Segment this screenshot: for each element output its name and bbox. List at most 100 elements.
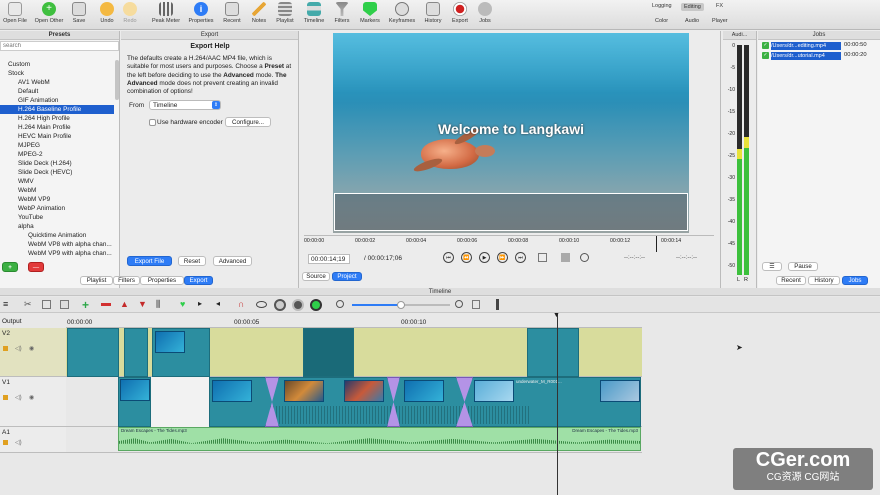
mute-icon[interactable]: ◁) [15, 439, 22, 446]
open-other-button[interactable]: + Open Other [32, 1, 66, 29]
preset-item[interactable]: WMV [0, 177, 114, 186]
advanced-button[interactable]: Advanced [213, 256, 252, 266]
from-select[interactable]: Timeline ⇕ [149, 100, 221, 110]
history-button[interactable]: History [418, 1, 448, 29]
ripple-icon[interactable] [274, 299, 286, 311]
eye-icon[interactable]: ◉ [29, 394, 34, 401]
lower-third-box[interactable] [334, 193, 688, 231]
preset-item[interactable]: Stock [0, 69, 114, 78]
pause-button[interactable]: Pause [788, 262, 818, 271]
track-lane-v2[interactable] [66, 328, 642, 377]
zoom-out-icon[interactable] [336, 300, 344, 308]
clip[interactable] [67, 328, 119, 377]
preset-item[interactable]: WebM VP8 with alpha chan... [0, 240, 114, 249]
layout-player[interactable]: Player [712, 18, 728, 24]
audio-clip[interactable]: Dream Escapes - The Tides.mp3 Dream Esca… [118, 427, 641, 451]
properties-button[interactable]: i Properties [186, 1, 216, 29]
zoom-slider-handle[interactable] [397, 301, 405, 309]
recent-button[interactable]: Recent [217, 1, 247, 29]
reset-button[interactable]: Reset [178, 256, 206, 266]
preset-item[interactable]: MJPEG [0, 141, 114, 150]
track-lane-v1[interactable]: underwater_M_R001... [66, 377, 642, 427]
layout-logging[interactable]: Logging [652, 3, 672, 9]
skip-next-icon[interactable]: ⏭ [515, 252, 526, 263]
layout-fx[interactable]: FX [716, 3, 723, 9]
copy-icon[interactable] [42, 300, 51, 309]
preset-item[interactable]: GIF Animation [0, 96, 114, 105]
paste-icon[interactable] [60, 300, 69, 309]
tab-history[interactable]: History [808, 276, 840, 285]
ripple-all-icon[interactable] [292, 299, 304, 311]
tab-properties[interactable]: Properties [140, 276, 184, 285]
preset-item[interactable]: alpha [0, 222, 114, 231]
zoom-in-icon[interactable] [455, 300, 463, 308]
play-icon[interactable]: ▶ [479, 252, 490, 263]
preset-item[interactable]: YouTube [0, 213, 114, 222]
tab-export[interactable]: Export [184, 276, 213, 285]
keyframes-button[interactable]: Keyframes [386, 1, 418, 29]
playhead-handle-icon[interactable]: ▼ [553, 312, 560, 319]
marker-next-icon[interactable]: ◂ [216, 299, 220, 308]
tab-jobs[interactable]: Jobs [842, 276, 868, 285]
redo-button[interactable]: Redo [115, 1, 145, 29]
tab-project[interactable]: Project [332, 272, 362, 281]
save-button[interactable]: Save [64, 1, 94, 29]
split-icon[interactable]: ⫼ [156, 299, 160, 310]
remove-preset-button[interactable]: — [28, 262, 44, 272]
mute-icon[interactable]: ◁) [15, 394, 22, 401]
record-audio-icon[interactable] [496, 299, 499, 310]
configure-button[interactable]: Configure... [225, 117, 271, 127]
track-head-v2[interactable]: V2 ◁) ◉ [0, 328, 66, 377]
video-preview[interactable]: Welcome to Langkawi [333, 33, 689, 233]
mute-icon[interactable]: ◁) [15, 345, 22, 352]
peak-meter-button[interactable]: Peak Meter [150, 1, 182, 29]
empty-gap[interactable] [151, 377, 209, 427]
track-head-v1[interactable]: V1 ◁) ◉ [0, 377, 66, 427]
job-row[interactable]: ✓ /Users/dr...editing.mp4 00:00:50 [760, 41, 878, 51]
preset-item[interactable]: WebM [0, 186, 114, 195]
marker-icon[interactable]: ♥ [180, 299, 185, 309]
jobs-menu-button[interactable]: ☰ [762, 262, 782, 271]
tab-recent[interactable]: Recent [776, 276, 806, 285]
player-playhead[interactable] [656, 236, 657, 252]
preset-item[interactable]: WebP Animation [0, 204, 114, 213]
tab-filters[interactable]: Filters [113, 276, 140, 285]
preset-item[interactable]: H.264 Main Profile [0, 123, 114, 132]
lock-icon[interactable] [3, 346, 8, 351]
layout-color[interactable]: Color [655, 18, 668, 24]
preset-item[interactable]: WebM VP9 with alpha chan... [0, 249, 114, 258]
marker-prev-icon[interactable]: ▸ [198, 299, 202, 308]
preset-item[interactable]: H.264 Baseline Profile [0, 105, 114, 114]
layout-editing[interactable]: Editing [681, 3, 704, 11]
remove-icon[interactable] [101, 303, 111, 306]
zoom-fit-icon[interactable] [472, 300, 480, 309]
overwrite-icon[interactable]: ▼ [138, 299, 147, 309]
hw-encoder-checkbox[interactable] [149, 119, 156, 126]
rewind-icon[interactable]: ⏪ [461, 252, 472, 263]
zoom-slider[interactable] [352, 301, 450, 309]
clip[interactable] [527, 328, 579, 377]
player-ruler[interactable]: 00:00:00 00:00:02 00:00:04 00:00:06 00:00:08… [304, 235, 714, 253]
timeline-menu-icon[interactable]: ≡ [3, 299, 8, 309]
playlist-button[interactable]: Playlist [270, 1, 300, 29]
append-icon[interactable]: + [82, 298, 89, 312]
filters-button[interactable]: Filters [327, 1, 357, 29]
tab-playlist[interactable]: Playlist [80, 276, 113, 285]
lock-icon[interactable] [3, 395, 8, 400]
open-file-button[interactable]: Open File [0, 1, 30, 29]
preset-scrollbar[interactable] [115, 60, 119, 100]
grid-icon[interactable] [538, 253, 547, 262]
preset-search-input[interactable] [0, 41, 119, 51]
preset-item[interactable]: Default [0, 87, 114, 96]
preset-item[interactable]: Custom [0, 60, 114, 69]
tab-source[interactable]: Source [302, 272, 330, 281]
markers-button[interactable]: Markers [355, 1, 385, 29]
preset-item[interactable]: MPEG-2 [0, 150, 114, 159]
timeline-button[interactable]: Timeline [299, 1, 329, 29]
track-lane-a1[interactable]: Dream Escapes - The Tides.mp3 Dream Esca… [66, 427, 642, 453]
jobs-button[interactable]: Jobs [470, 1, 500, 29]
export-file-button[interactable]: Export File [127, 256, 172, 266]
preset-item[interactable]: HEVC Main Profile [0, 132, 114, 141]
cut-icon[interactable]: ✂ [24, 299, 32, 310]
preset-item[interactable]: WebM VP9 [0, 195, 114, 204]
